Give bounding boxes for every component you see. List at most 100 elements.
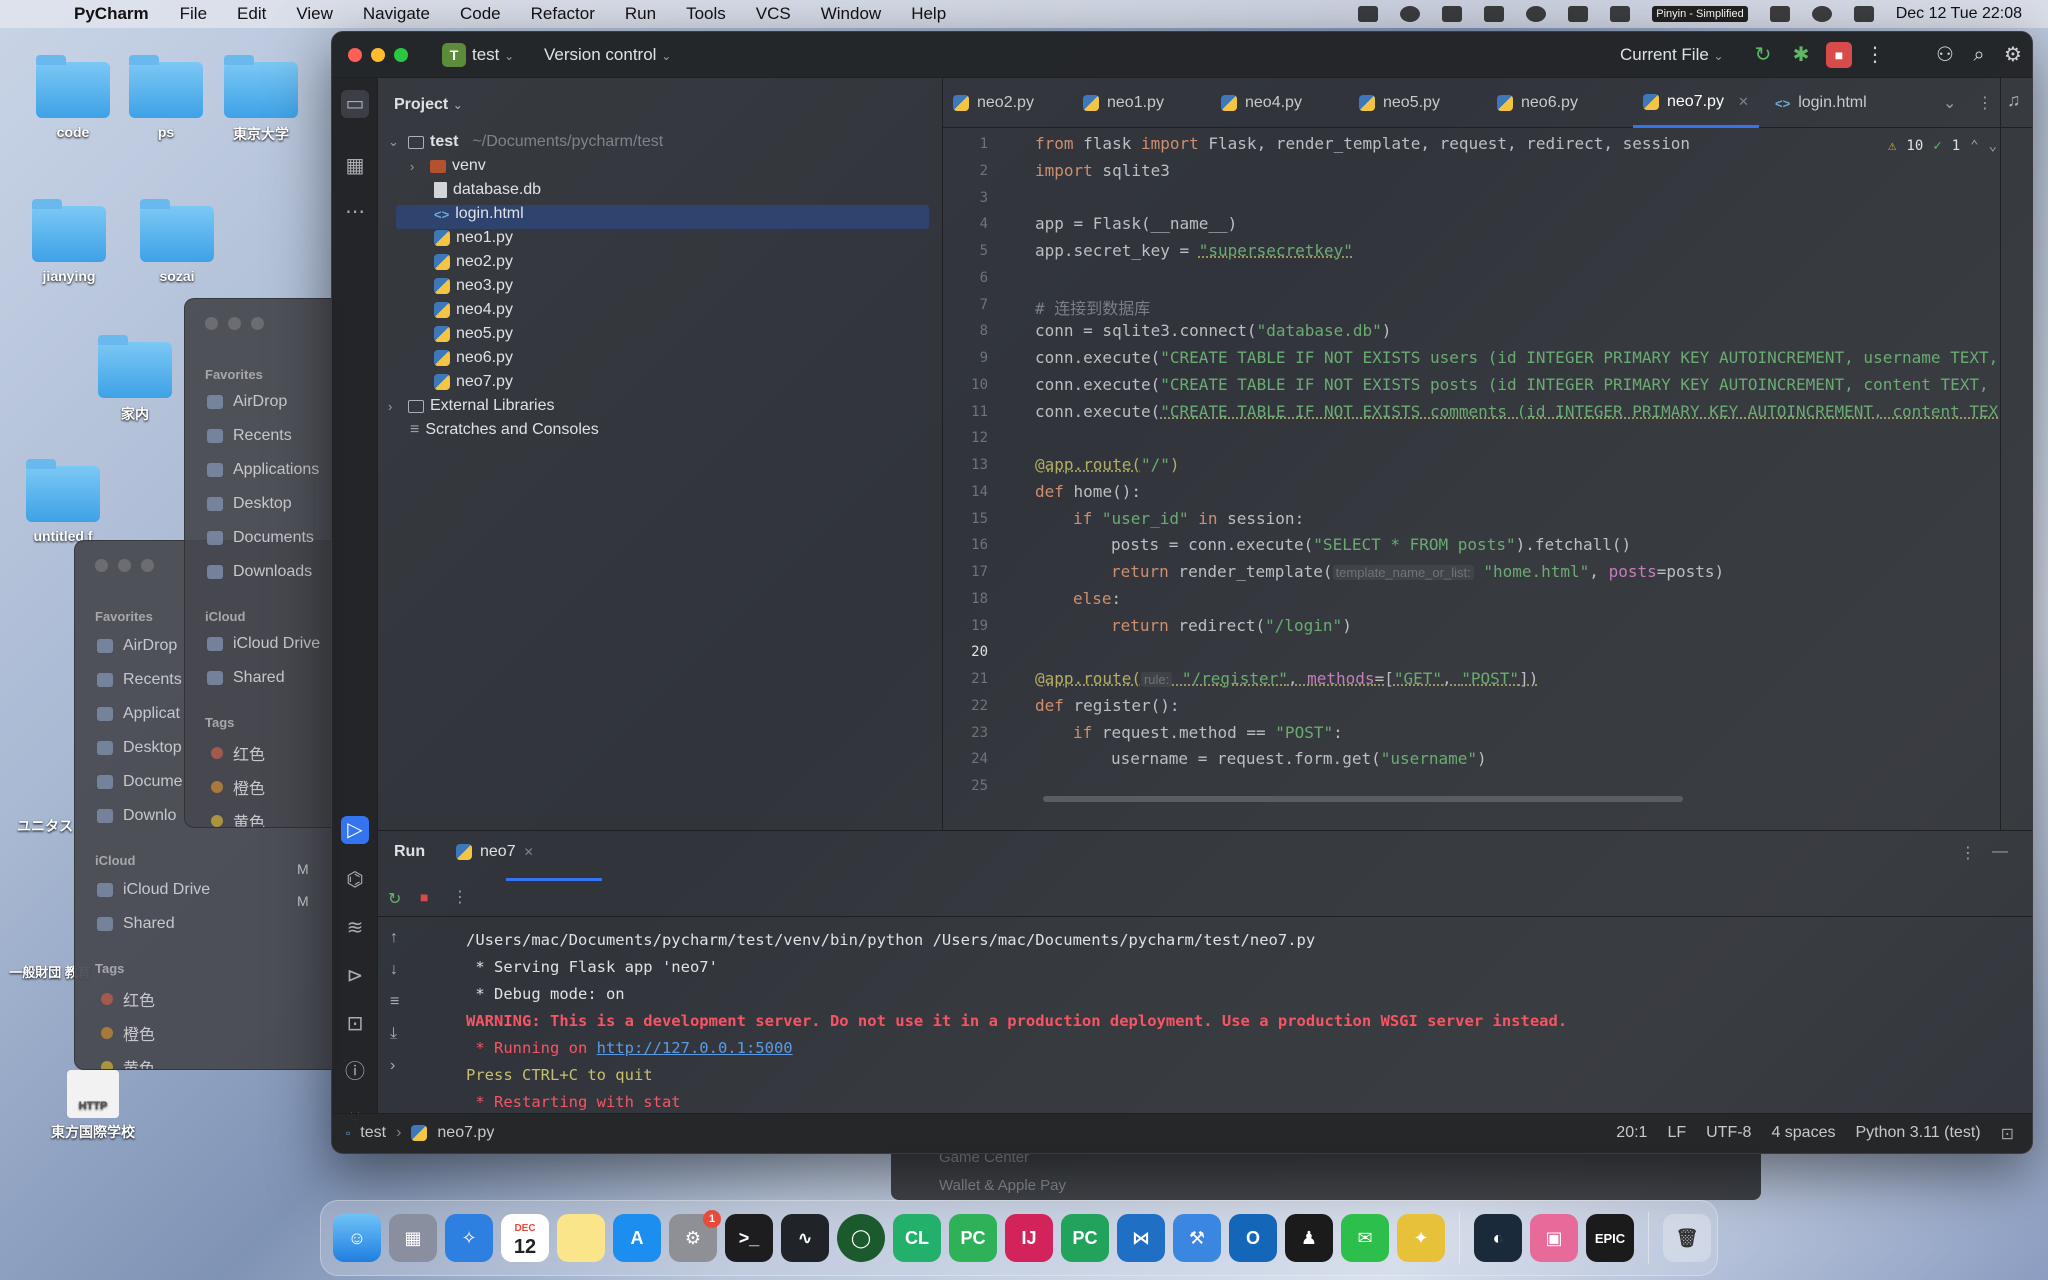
pycharm-ce-dock-icon[interactable]: PC xyxy=(1061,1214,1109,1262)
sidebar-item-documents[interactable]: Documents xyxy=(207,529,314,547)
trash-dock-icon[interactable]: 🗑 xyxy=(1663,1214,1711,1262)
system-settings-dock-icon[interactable]: ⚙ 1 xyxy=(669,1210,721,1262)
desktop-folder-ps[interactable]: ps xyxy=(111,55,221,140)
tree-item-neo1[interactable]: neo1.py xyxy=(434,226,513,250)
tree-item-neo6[interactable]: neo6.py xyxy=(434,346,513,370)
close-light[interactable] xyxy=(205,317,218,330)
tree-item-scratches[interactable]: ≡ Scratches and Consoles xyxy=(410,418,599,442)
sidebar-item-recents[interactable]: Recents xyxy=(97,671,182,689)
menubar-clock[interactable]: Dec 12 Tue 22:08 xyxy=(1896,5,2022,23)
chevron-up-icon[interactable]: ⌃ xyxy=(1970,138,1978,154)
tag-red[interactable]: 红色 xyxy=(101,987,155,1011)
minimize-panel-icon[interactable]: — xyxy=(1992,843,2008,861)
sidebar-item-desktop[interactable]: Desktop xyxy=(97,739,182,757)
more-vertical-icon[interactable]: ⋮ xyxy=(452,887,468,907)
scroll-to-end-icon[interactable]: ⤓ xyxy=(390,1025,397,1043)
chevron-down-icon[interactable]: ⌄ xyxy=(1989,138,1997,154)
project-panel-title[interactable]: Project ⌄ xyxy=(394,96,463,114)
search-icon[interactable]: ⌕ xyxy=(1966,42,1992,68)
rerun-icon[interactable]: ↻ xyxy=(388,889,401,909)
tab-neo6[interactable]: neo6.py xyxy=(1497,78,1578,128)
tag-orange[interactable]: 橙色 xyxy=(211,775,265,799)
sidebar-item-shared[interactable]: Shared xyxy=(97,915,175,933)
code-editor[interactable]: ⚠ 10 ✓ 1 ⌃ ⌄ 1 2 3 4 5 6 7 8 9 10 11 12 13… xyxy=(943,128,2013,828)
menu-refactor[interactable]: Refactor xyxy=(531,4,595,24)
bluetooth-icon[interactable] xyxy=(1568,6,1589,22)
desktop-webloc-school[interactable]: HTTP 東方国際学校 xyxy=(38,1070,148,1142)
tree-item-login-html[interactable]: <> login.html xyxy=(434,202,524,226)
league-of-legends-dock-icon[interactable]: ◐ xyxy=(1474,1214,1522,1262)
breadcrumb-project[interactable]: test xyxy=(360,1124,386,1142)
server-url-link[interactable]: http://127.0.0.1:5000 xyxy=(597,1039,793,1057)
tab-login-html[interactable]: <> login.html xyxy=(1775,78,1867,128)
caret-position[interactable]: 20:1 xyxy=(1616,1124,1647,1144)
python-console-icon[interactable]: ⌬ xyxy=(341,866,369,894)
rerun-icon[interactable]: ↻ xyxy=(1750,42,1776,68)
tree-item-external-libraries[interactable]: › External Libraries xyxy=(388,394,555,418)
scroll-up-icon[interactable]: ↑ xyxy=(390,929,398,947)
minimize-light[interactable] xyxy=(228,317,241,330)
sidebar-item-applications[interactable]: Applications xyxy=(207,461,319,479)
tabs-more-icon[interactable]: ⋮ xyxy=(1977,78,1993,128)
calendar-dock-icon[interactable]: DEC 12 xyxy=(501,1214,549,1262)
tab-neo1[interactable]: neo1.py xyxy=(1083,78,1164,128)
qq-penguin-dock-icon[interactable]: ♟ xyxy=(1285,1214,1333,1262)
sidebar-item-airdrop[interactable]: AirDrop xyxy=(207,393,287,411)
wechat-status-icon[interactable] xyxy=(1358,6,1379,22)
lightning-icon[interactable] xyxy=(1442,6,1463,22)
inspection-widget[interactable]: ⚠ 10 ✓ 1 ⌃ ⌄ xyxy=(1888,138,1997,154)
problems-icon[interactable]: ⓘ xyxy=(341,1058,369,1086)
notes-dock-icon[interactable] xyxy=(557,1214,605,1262)
sidebar-item-downloads[interactable]: Downlo xyxy=(97,807,176,825)
tab-neo4[interactable]: neo4.py xyxy=(1221,78,1302,128)
notifications-bell-icon[interactable]: ♫ xyxy=(2007,90,2021,111)
indent-setting[interactable]: 4 spaces xyxy=(1771,1124,1835,1144)
menu-app-name[interactable]: PyCharm xyxy=(74,4,149,24)
tree-root[interactable]: ⌄ test ~/Documents/pycharm/test xyxy=(388,130,663,154)
safari-dock-icon[interactable]: ✧ xyxy=(445,1214,493,1262)
menu-tools[interactable]: Tools xyxy=(686,4,726,24)
desktop-folder-untitled[interactable]: untitled f xyxy=(8,459,118,544)
zoom-button[interactable] xyxy=(394,48,408,62)
xcode-dock-icon[interactable]: ⚒ xyxy=(1173,1214,1221,1262)
menu-navigate[interactable]: Navigate xyxy=(363,4,430,24)
tag-yellow[interactable]: 黄色 xyxy=(211,809,265,827)
volume-icon[interactable] xyxy=(1484,6,1505,22)
app-store-dock-icon[interactable]: A xyxy=(613,1214,661,1262)
project-selector[interactable]: test ⌄ xyxy=(472,45,514,65)
settings-item-wallet[interactable]: Wallet & Apple Pay xyxy=(939,1177,1066,1194)
intellij-dock-icon[interactable]: IJ xyxy=(1005,1214,1053,1262)
stop-icon[interactable]: ■ xyxy=(1826,42,1852,68)
control-center-icon[interactable] xyxy=(1853,6,1874,22)
close-light[interactable] xyxy=(95,559,108,572)
tree-item-neo7[interactable]: neo7.py xyxy=(434,370,513,394)
battery-icon[interactable] xyxy=(1610,6,1631,22)
more-vertical-icon[interactable]: ⋮ xyxy=(1862,42,1888,68)
breadcrumb-file[interactable]: neo7.py xyxy=(437,1124,494,1142)
menu-vcs[interactable]: VCS xyxy=(756,4,791,24)
menu-view[interactable]: View xyxy=(296,4,333,24)
more-horizontal-icon[interactable]: ⋯ xyxy=(341,198,369,226)
input-method-indicator[interactable]: Pinyin - Simplified xyxy=(1652,6,1748,22)
zoom-light[interactable] xyxy=(251,317,264,330)
desktop-folder-tokyo[interactable]: 東京大学 xyxy=(206,55,316,144)
sidebar-item-airdrop[interactable]: AirDrop xyxy=(97,637,177,655)
structure-icon[interactable]: ▦ xyxy=(341,152,369,180)
close-tab-icon[interactable]: ✕ xyxy=(524,845,534,859)
tree-item-neo2[interactable]: neo2.py xyxy=(434,250,513,274)
sidebar-item-icloud-drive[interactable]: iCloud Drive xyxy=(97,881,210,899)
tree-item-neo5[interactable]: neo5.py xyxy=(434,322,513,346)
tag-red[interactable]: 红色 xyxy=(211,741,265,765)
spotlight-search-icon[interactable] xyxy=(1811,6,1832,22)
terminal-dock-icon[interactable]: >_ xyxy=(725,1214,773,1262)
play-icon[interactable] xyxy=(1526,6,1547,22)
project-badge[interactable]: T xyxy=(442,43,466,67)
menu-file[interactable]: File xyxy=(180,4,207,24)
finder-window-front[interactable]: Favorites AirDrop Recents Applications D… xyxy=(184,298,344,828)
pink-app-dock-icon[interactable]: ▣ xyxy=(1530,1214,1578,1262)
project-folder-icon[interactable]: ▭ xyxy=(341,90,369,118)
pycharm-pro-dock-icon[interactable]: PC xyxy=(949,1214,997,1262)
file-encoding[interactable]: UTF-8 xyxy=(1706,1124,1751,1144)
tree-item-database[interactable]: database.db xyxy=(434,178,541,202)
desktop-folder-sozai[interactable]: sozai xyxy=(122,199,232,284)
